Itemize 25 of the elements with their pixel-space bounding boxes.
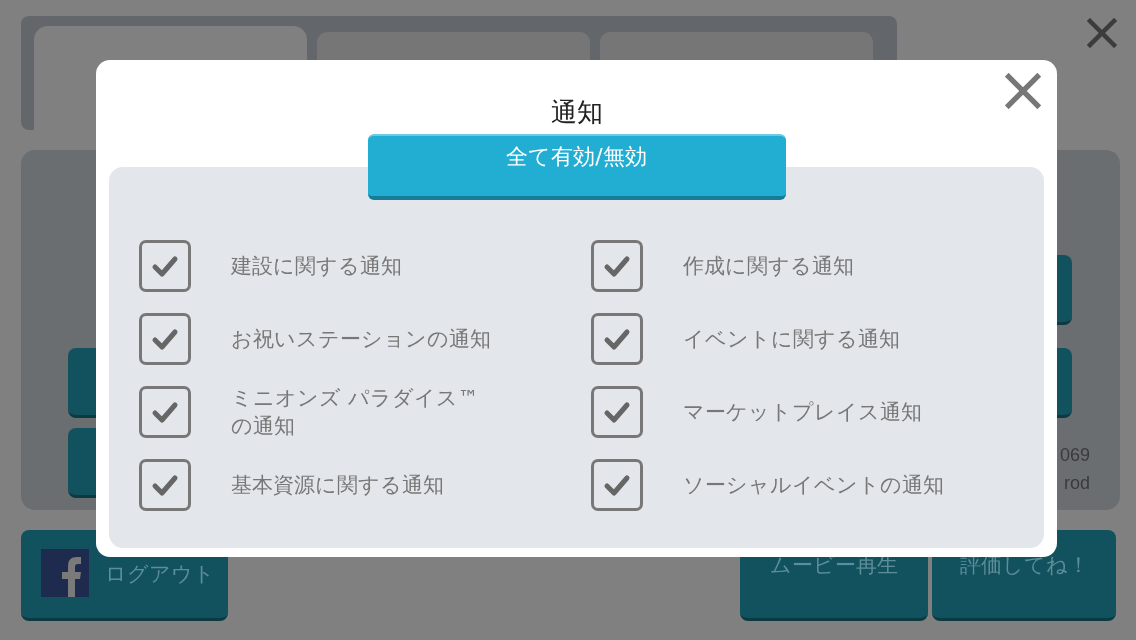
- dialog-title: 通知: [550, 96, 603, 129]
- checkbox[interactable]: [139, 312, 191, 365]
- checkbox[interactable]: [591, 458, 643, 511]
- option-label: 作成に関する通知: [683, 252, 854, 280]
- option-label: マーケットプレイス通知: [683, 398, 922, 426]
- checkbox[interactable]: [139, 458, 191, 511]
- close-icon[interactable]: [1005, 73, 1041, 109]
- checkbox[interactable]: [591, 239, 643, 292]
- checkbox[interactable]: [591, 312, 643, 365]
- checkbox[interactable]: [139, 239, 191, 292]
- option-label: ミニオンズ パラダイス™ の通知: [231, 384, 479, 440]
- option-label: イベントに関する通知: [683, 325, 900, 353]
- facebook-logo-icon: [41, 549, 91, 599]
- option-label: 基本資源に関する通知: [231, 471, 444, 499]
- option-label: お祝いステーションの通知: [231, 325, 491, 353]
- checkbox[interactable]: [139, 385, 191, 438]
- toggle-all-button[interactable]: 全て有効/無効: [367, 134, 786, 200]
- tab[interactable]: [317, 32, 590, 62]
- info-text: 069: [1059, 444, 1090, 467]
- close-icon[interactable]: [1087, 18, 1117, 48]
- info-text: rod: [1063, 472, 1090, 495]
- checkbox[interactable]: [591, 385, 643, 438]
- option-label: ソーシャルイベントの通知: [683, 471, 944, 499]
- option-label: 建設に関する通知: [231, 252, 402, 280]
- tab[interactable]: [600, 32, 873, 62]
